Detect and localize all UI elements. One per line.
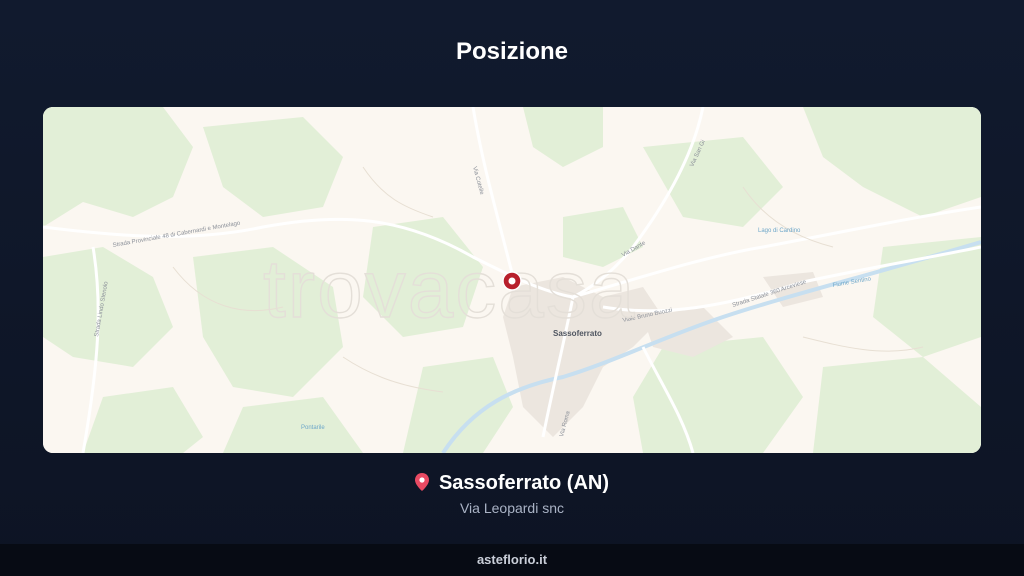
watermark: trovacasa — [263, 244, 637, 335]
place-label-pontarile: Pontarile — [301, 425, 325, 431]
footer: asteflorio.it — [0, 544, 1024, 576]
map-marker-icon[interactable] — [502, 271, 522, 291]
place-label-lago: Lago di Cardino — [758, 228, 801, 234]
map-canvas[interactable]: Strada Provinciale 48 di Cabernardi e Mo… — [43, 107, 981, 453]
location-address: Via Leopardi snc — [459, 500, 565, 516]
location-pin-icon — [414, 473, 429, 497]
footer-brand[interactable]: asteflorio.it — [477, 552, 547, 567]
page-title: Posizione — [455, 38, 569, 65]
map-view[interactable]: Strada Provinciale 48 di Cabernardi e Mo… — [43, 107, 981, 453]
location-city: Sassoferrato (AN) — [438, 472, 610, 494]
location-line: Sassoferrato (AN) — [0, 472, 1024, 497]
